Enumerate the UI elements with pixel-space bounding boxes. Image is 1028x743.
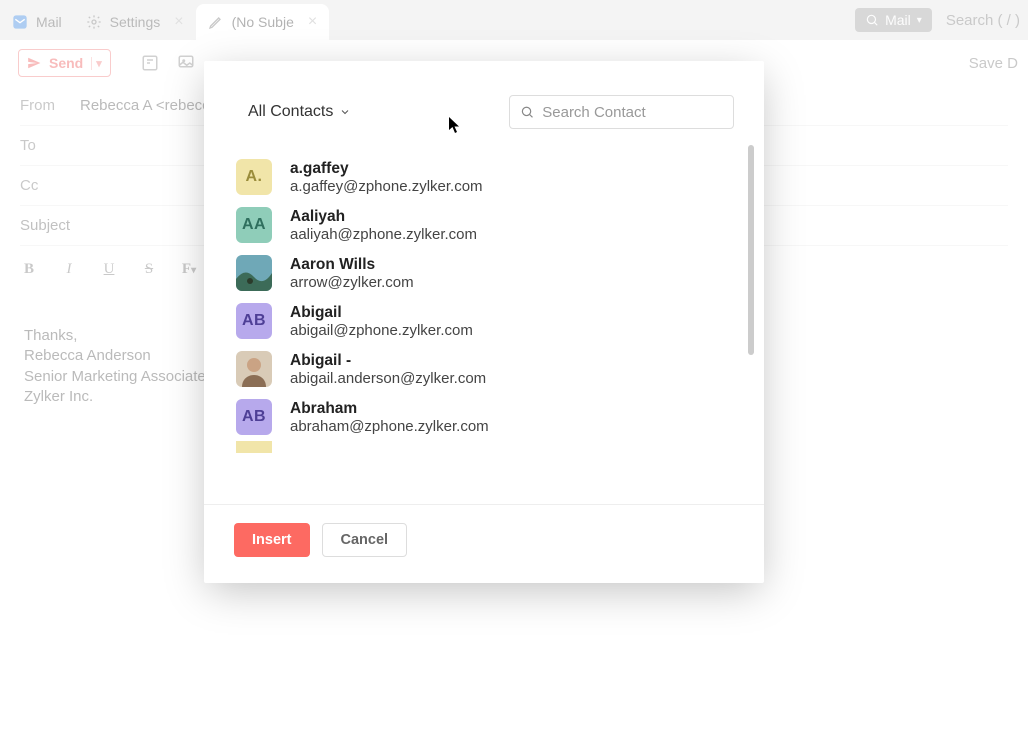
contact-name: Aaliyah [290, 208, 477, 226]
contact-row[interactable]: AB Abigailabigail@zphone.zylker.com [236, 297, 764, 345]
contact-list: A. a.gaffeya.gaffey@zphone.zylker.com AA Aa… [204, 139, 764, 504]
avatar-initials: AA [236, 207, 272, 243]
bold-button[interactable]: B [20, 261, 38, 278]
contact-name: Abigail - [290, 352, 486, 370]
contact-info: a.gaffeya.gaffey@zphone.zylker.com [290, 160, 483, 195]
tab-label: (No Subje [232, 14, 294, 30]
app-switcher-label: Mail [885, 12, 911, 28]
font-button[interactable]: F▾ [180, 261, 198, 278]
contact-row[interactable]: AB Abrahamabraham@zphone.zylker.com [236, 393, 764, 441]
contact-name: Abigail [290, 304, 473, 322]
save-draft-button[interactable]: Save D [969, 55, 1018, 72]
template-icon[interactable] [141, 54, 159, 72]
global-search[interactable]: Search ( / ) [946, 12, 1020, 29]
avatar-initials: A. [236, 159, 272, 195]
contact-search-input[interactable] [542, 104, 723, 121]
italic-button[interactable]: I [60, 261, 78, 278]
scrollbar[interactable] [748, 145, 754, 355]
contact-row-partial [236, 441, 764, 453]
chevron-down-icon [339, 106, 351, 118]
contact-info: Abigail -abigail.anderson@zylker.com [290, 352, 486, 387]
contact-email: abraham@zphone.zylker.com [290, 418, 489, 435]
avatar-initials [236, 441, 272, 453]
contact-row[interactable]: A. a.gaffeya.gaffey@zphone.zylker.com [236, 153, 764, 201]
contact-email: aaliyah@zphone.zylker.com [290, 226, 477, 243]
tab-strip: Mail Settings × (No Subje × Mail ▾ Searc… [0, 0, 1028, 40]
underline-button[interactable]: U [100, 261, 118, 278]
cancel-button[interactable]: Cancel [322, 523, 408, 557]
app-switcher[interactable]: Mail ▾ [855, 8, 932, 32]
insert-button[interactable]: Insert [234, 523, 310, 557]
tab-label: Mail [36, 14, 62, 30]
contact-name: a.gaffey [290, 160, 483, 178]
avatar-photo [236, 255, 272, 291]
avatar-initials: AB [236, 303, 272, 339]
pencil-icon [208, 14, 224, 30]
contact-info: Aaliyahaaliyah@zphone.zylker.com [290, 208, 477, 243]
attach-image-icon[interactable] [177, 54, 195, 72]
contact-group-dropdown[interactable]: All Contacts [248, 103, 351, 121]
avatar-initials: AB [236, 399, 272, 435]
tab-mail[interactable]: Mail [0, 4, 74, 40]
tab-compose[interactable]: (No Subje × [196, 4, 330, 40]
close-icon[interactable]: × [308, 13, 317, 31]
contact-row[interactable]: Aaron Willsarrow@zylker.com [236, 249, 764, 297]
close-icon[interactable]: × [174, 13, 183, 31]
contact-search[interactable] [509, 95, 734, 129]
contact-email: arrow@zylker.com [290, 274, 414, 291]
contact-email: a.gaffey@zphone.zylker.com [290, 178, 483, 195]
gear-icon [86, 14, 102, 30]
contact-picker-modal: All Contacts A. a.gaffeya.gaffey@zphone.z… [204, 61, 764, 583]
contact-info: Abigailabigail@zphone.zylker.com [290, 304, 473, 339]
contact-info: Abrahamabraham@zphone.zylker.com [290, 400, 489, 435]
search-icon [865, 13, 879, 27]
cc-label: Cc [20, 177, 80, 194]
chevron-down-icon: ▾ [917, 15, 922, 26]
chevron-down-icon[interactable]: ▾ [91, 57, 102, 70]
contact-info: Aaron Willsarrow@zylker.com [290, 256, 414, 291]
mail-icon [12, 14, 28, 30]
send-icon [27, 56, 41, 70]
contact-email: abigail.anderson@zylker.com [290, 370, 486, 387]
avatar-photo [236, 351, 272, 387]
tab-settings[interactable]: Settings × [74, 4, 196, 40]
dropdown-label: All Contacts [248, 103, 333, 121]
tab-label: Settings [110, 14, 161, 30]
search-icon [520, 104, 534, 120]
contact-row[interactable]: Abigail -abigail.anderson@zylker.com [236, 345, 764, 393]
contact-name: Abraham [290, 400, 489, 418]
from-label: From [20, 97, 80, 114]
send-button[interactable]: Send ▾ [18, 49, 111, 77]
send-label: Send [49, 55, 83, 71]
strike-button[interactable]: S [140, 261, 158, 278]
contact-email: abigail@zphone.zylker.com [290, 322, 473, 339]
contact-name: Aaron Wills [290, 256, 414, 274]
contact-row[interactable]: AA Aaliyahaaliyah@zphone.zylker.com [236, 201, 764, 249]
to-label: To [20, 137, 80, 154]
